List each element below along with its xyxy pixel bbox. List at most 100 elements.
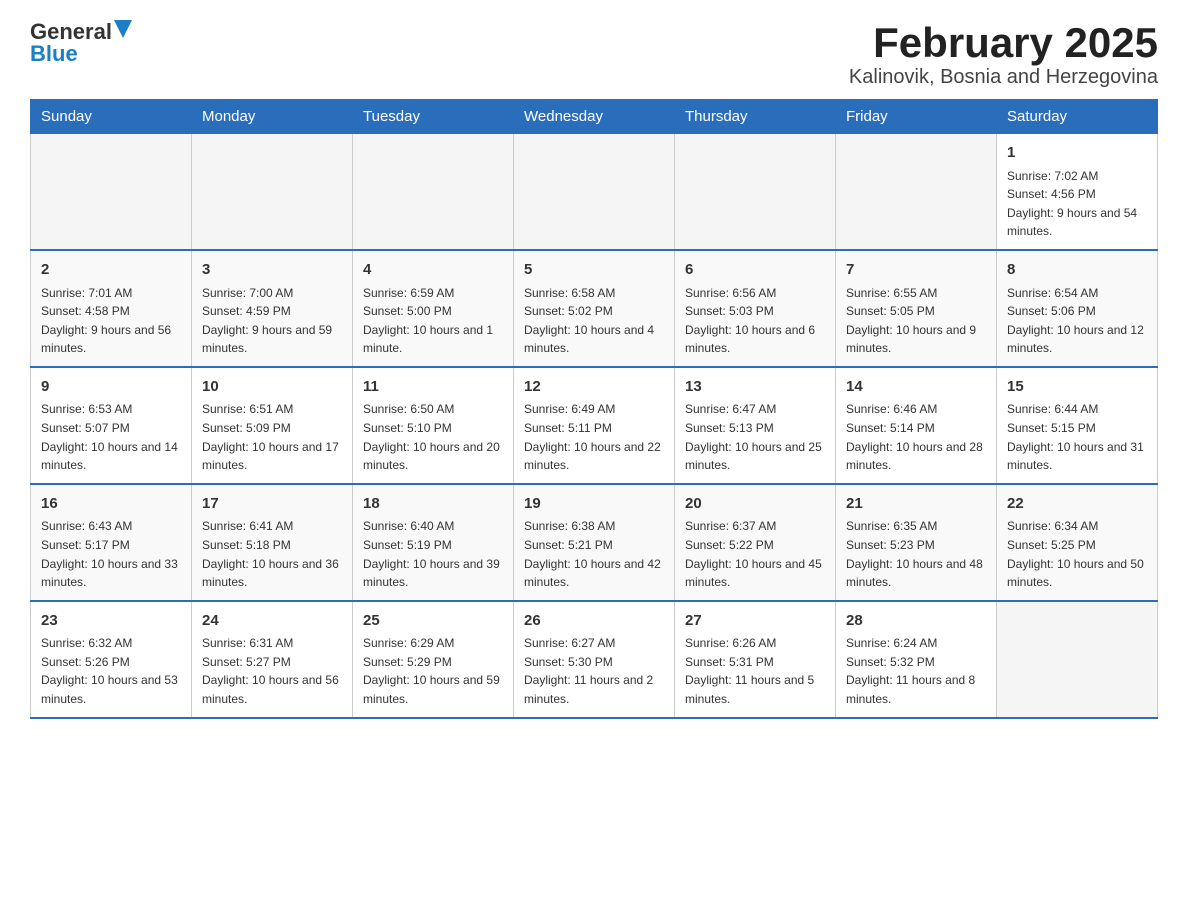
day-number: 22 [1007, 493, 1147, 516]
day-info: Sunrise: 6:31 AMSunset: 5:27 PMDaylight:… [202, 634, 342, 708]
day-number: 8 [1007, 259, 1147, 282]
logo-arrow-icon [114, 20, 132, 38]
logo-general-text: General [30, 21, 112, 43]
calendar-subtitle: Kalinovik, Bosnia and Herzegovina [849, 66, 1158, 89]
calendar-cell: 14Sunrise: 6:46 AMSunset: 5:14 PMDayligh… [836, 367, 997, 484]
calendar-cell: 4Sunrise: 6:59 AMSunset: 5:00 PMDaylight… [353, 250, 514, 367]
day-info: Sunrise: 6:37 AMSunset: 5:22 PMDaylight:… [685, 517, 825, 591]
calendar-cell: 24Sunrise: 6:31 AMSunset: 5:27 PMDayligh… [192, 601, 353, 718]
calendar-cell [997, 601, 1158, 718]
day-info: Sunrise: 6:53 AMSunset: 5:07 PMDaylight:… [41, 400, 181, 474]
calendar-week-row: 1Sunrise: 7:02 AMSunset: 4:56 PMDaylight… [31, 134, 1158, 250]
weekday-header-thursday: Thursday [675, 100, 836, 134]
day-number: 28 [846, 610, 986, 633]
day-number: 24 [202, 610, 342, 633]
day-info: Sunrise: 6:41 AMSunset: 5:18 PMDaylight:… [202, 517, 342, 591]
calendar-cell: 11Sunrise: 6:50 AMSunset: 5:10 PMDayligh… [353, 367, 514, 484]
calendar-cell: 6Sunrise: 6:56 AMSunset: 5:03 PMDaylight… [675, 250, 836, 367]
weekday-header-saturday: Saturday [997, 100, 1158, 134]
logo-blue-text: Blue [30, 43, 78, 65]
weekday-header-monday: Monday [192, 100, 353, 134]
calendar-cell: 19Sunrise: 6:38 AMSunset: 5:21 PMDayligh… [514, 484, 675, 601]
calendar-cell: 20Sunrise: 6:37 AMSunset: 5:22 PMDayligh… [675, 484, 836, 601]
day-number: 9 [41, 376, 181, 399]
calendar-cell: 8Sunrise: 6:54 AMSunset: 5:06 PMDaylight… [997, 250, 1158, 367]
day-info: Sunrise: 7:02 AMSunset: 4:56 PMDaylight:… [1007, 167, 1147, 241]
calendar-cell [514, 134, 675, 250]
title-area: February 2025 Kalinovik, Bosnia and Herz… [849, 20, 1158, 89]
calendar-cell: 1Sunrise: 7:02 AMSunset: 4:56 PMDaylight… [997, 134, 1158, 250]
calendar-week-row: 16Sunrise: 6:43 AMSunset: 5:17 PMDayligh… [31, 484, 1158, 601]
weekday-header-wednesday: Wednesday [514, 100, 675, 134]
calendar-cell: 21Sunrise: 6:35 AMSunset: 5:23 PMDayligh… [836, 484, 997, 601]
calendar-cell: 2Sunrise: 7:01 AMSunset: 4:58 PMDaylight… [31, 250, 192, 367]
calendar-cell: 7Sunrise: 6:55 AMSunset: 5:05 PMDaylight… [836, 250, 997, 367]
day-number: 16 [41, 493, 181, 516]
calendar-cell [675, 134, 836, 250]
calendar-cell [31, 134, 192, 250]
day-info: Sunrise: 6:58 AMSunset: 5:02 PMDaylight:… [524, 284, 664, 358]
day-info: Sunrise: 6:56 AMSunset: 5:03 PMDaylight:… [685, 284, 825, 358]
day-number: 25 [363, 610, 503, 633]
day-info: Sunrise: 6:47 AMSunset: 5:13 PMDaylight:… [685, 400, 825, 474]
weekday-header-row: SundayMondayTuesdayWednesdayThursdayFrid… [31, 100, 1158, 134]
calendar-cell [192, 134, 353, 250]
calendar-cell: 27Sunrise: 6:26 AMSunset: 5:31 PMDayligh… [675, 601, 836, 718]
day-number: 5 [524, 259, 664, 282]
day-number: 1 [1007, 142, 1147, 165]
day-info: Sunrise: 6:32 AMSunset: 5:26 PMDaylight:… [41, 634, 181, 708]
day-info: Sunrise: 6:35 AMSunset: 5:23 PMDaylight:… [846, 517, 986, 591]
day-info: Sunrise: 6:27 AMSunset: 5:30 PMDaylight:… [524, 634, 664, 708]
logo: General Blue [30, 20, 132, 65]
calendar-cell: 26Sunrise: 6:27 AMSunset: 5:30 PMDayligh… [514, 601, 675, 718]
calendar-cell [353, 134, 514, 250]
calendar-cell: 3Sunrise: 7:00 AMSunset: 4:59 PMDaylight… [192, 250, 353, 367]
day-info: Sunrise: 6:44 AMSunset: 5:15 PMDaylight:… [1007, 400, 1147, 474]
day-number: 2 [41, 259, 181, 282]
day-number: 13 [685, 376, 825, 399]
calendar-cell: 23Sunrise: 6:32 AMSunset: 5:26 PMDayligh… [31, 601, 192, 718]
day-number: 11 [363, 376, 503, 399]
calendar-week-row: 9Sunrise: 6:53 AMSunset: 5:07 PMDaylight… [31, 367, 1158, 484]
day-number: 19 [524, 493, 664, 516]
day-number: 20 [685, 493, 825, 516]
calendar-cell: 18Sunrise: 6:40 AMSunset: 5:19 PMDayligh… [353, 484, 514, 601]
day-number: 6 [685, 259, 825, 282]
day-info: Sunrise: 6:59 AMSunset: 5:00 PMDaylight:… [363, 284, 503, 358]
calendar-cell: 15Sunrise: 6:44 AMSunset: 5:15 PMDayligh… [997, 367, 1158, 484]
calendar-cell: 9Sunrise: 6:53 AMSunset: 5:07 PMDaylight… [31, 367, 192, 484]
day-info: Sunrise: 6:50 AMSunset: 5:10 PMDaylight:… [363, 400, 503, 474]
day-number: 21 [846, 493, 986, 516]
calendar-cell: 25Sunrise: 6:29 AMSunset: 5:29 PMDayligh… [353, 601, 514, 718]
day-number: 18 [363, 493, 503, 516]
day-info: Sunrise: 6:34 AMSunset: 5:25 PMDaylight:… [1007, 517, 1147, 591]
weekday-header-friday: Friday [836, 100, 997, 134]
day-number: 3 [202, 259, 342, 282]
day-number: 14 [846, 376, 986, 399]
calendar-cell: 22Sunrise: 6:34 AMSunset: 5:25 PMDayligh… [997, 484, 1158, 601]
day-info: Sunrise: 6:26 AMSunset: 5:31 PMDaylight:… [685, 634, 825, 708]
calendar-cell [836, 134, 997, 250]
page-header: General Blue February 2025 Kalinovik, Bo… [30, 20, 1158, 89]
calendar-cell: 17Sunrise: 6:41 AMSunset: 5:18 PMDayligh… [192, 484, 353, 601]
day-number: 17 [202, 493, 342, 516]
day-info: Sunrise: 6:49 AMSunset: 5:11 PMDaylight:… [524, 400, 664, 474]
calendar-table: SundayMondayTuesdayWednesdayThursdayFrid… [30, 99, 1158, 718]
day-number: 15 [1007, 376, 1147, 399]
day-info: Sunrise: 6:54 AMSunset: 5:06 PMDaylight:… [1007, 284, 1147, 358]
calendar-cell: 13Sunrise: 6:47 AMSunset: 5:13 PMDayligh… [675, 367, 836, 484]
calendar-week-row: 2Sunrise: 7:01 AMSunset: 4:58 PMDaylight… [31, 250, 1158, 367]
day-info: Sunrise: 6:40 AMSunset: 5:19 PMDaylight:… [363, 517, 503, 591]
day-info: Sunrise: 6:29 AMSunset: 5:29 PMDaylight:… [363, 634, 503, 708]
calendar-cell: 5Sunrise: 6:58 AMSunset: 5:02 PMDaylight… [514, 250, 675, 367]
day-info: Sunrise: 6:55 AMSunset: 5:05 PMDaylight:… [846, 284, 986, 358]
day-number: 7 [846, 259, 986, 282]
day-info: Sunrise: 6:46 AMSunset: 5:14 PMDaylight:… [846, 400, 986, 474]
day-number: 26 [524, 610, 664, 633]
calendar-cell: 12Sunrise: 6:49 AMSunset: 5:11 PMDayligh… [514, 367, 675, 484]
calendar-week-row: 23Sunrise: 6:32 AMSunset: 5:26 PMDayligh… [31, 601, 1158, 718]
calendar-cell: 28Sunrise: 6:24 AMSunset: 5:32 PMDayligh… [836, 601, 997, 718]
day-number: 4 [363, 259, 503, 282]
day-number: 23 [41, 610, 181, 633]
day-number: 27 [685, 610, 825, 633]
